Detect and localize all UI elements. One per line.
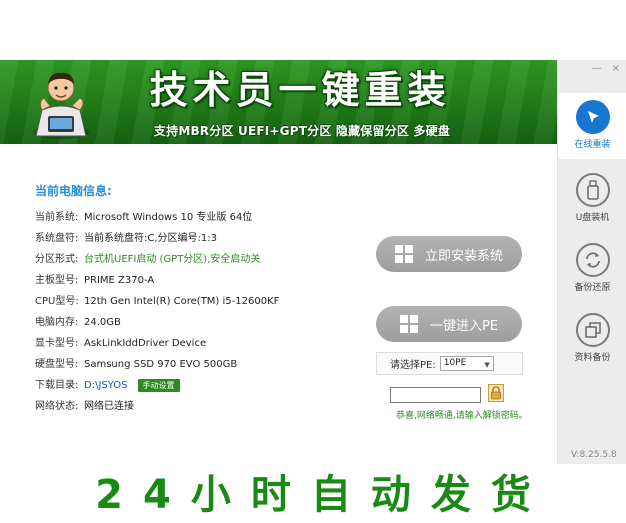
info-value: 12th Gen Intel(R) Core(TM) i5-12600KF xyxy=(84,296,280,307)
info-value: PRIME Z370-A xyxy=(84,275,155,286)
minimize-button[interactable]: — xyxy=(592,63,602,74)
cursor-icon xyxy=(575,100,610,134)
section-title: 当前电脑信息: xyxy=(35,184,112,198)
info-label: 网络状态: xyxy=(35,401,79,412)
sidebar-item-usb-install[interactable]: U盘装机 xyxy=(558,166,626,232)
banner-title: 技术员一键重装 xyxy=(149,67,451,112)
sidebar-item-backup-restore[interactable]: 备份还原 xyxy=(558,236,626,302)
windows-logo-icon xyxy=(394,245,413,263)
sidebar-item-label: U盘装机 xyxy=(575,213,610,223)
sidebar-item-online-reinstall[interactable]: 在线重装 xyxy=(558,93,626,159)
info-label: 硬盘型号: xyxy=(35,359,79,370)
info-row-memory: 电脑内存: 24.0GB xyxy=(35,315,121,331)
refresh-icon xyxy=(575,243,610,277)
download-dir-link[interactable]: D:\JSYOS xyxy=(84,380,128,391)
info-row-network: 网络状态: 网络已连接 xyxy=(35,399,134,415)
info-row-gpu: 显卡型号: AskLinkIddDriver Device xyxy=(35,336,206,352)
sidebar-item-label: 资料备份 xyxy=(574,353,611,363)
manual-setting-button[interactable]: 手动设置 xyxy=(137,378,180,392)
info-label: CPU型号: xyxy=(35,296,79,307)
network-hint-text: 恭喜,网络畅通,请输入解锁密码。 xyxy=(396,411,528,421)
unlock-password-input[interactable] xyxy=(390,387,481,403)
info-label: 下载目录: xyxy=(35,380,79,391)
info-value: Samsung SSD 970 EVO 500GB xyxy=(84,359,238,370)
info-row-partition: 分区形式: 台式机UEFI启动 (GPT分区),安全启动关 xyxy=(35,252,260,268)
install-system-button[interactable]: 立即安装系统 xyxy=(376,236,522,272)
sidebar-item-label: 在线重装 xyxy=(574,140,611,150)
info-value: 24.0GB xyxy=(84,317,121,328)
enter-pe-button-label: 一键进入PE xyxy=(429,318,499,334)
windows-logo-icon xyxy=(399,315,418,333)
info-row-motherboard: 主板型号: PRIME Z370-A xyxy=(35,273,154,289)
main-content: 当前电脑信息: 当前系统: Microsoft Windows 10 专业版 64… xyxy=(0,144,557,464)
usb-drive-icon xyxy=(575,173,610,207)
info-row-os: 当前系统: Microsoft Windows 10 专业版 64位 xyxy=(35,210,252,226)
copy-icon xyxy=(575,313,610,347)
info-value: 网络已连接 xyxy=(84,401,134,412)
pe-select-row: 请选择PE: 10PE ▼ xyxy=(376,352,523,375)
info-label: 系统盘符: xyxy=(35,233,79,244)
dropdown-caret-icon: ▼ xyxy=(484,361,490,369)
info-row-system-drive: 系统盘符: 当前系统盘符:C,分区编号:1:3 xyxy=(35,231,217,247)
info-label: 当前系统: xyxy=(35,212,79,223)
info-value: 当前系统盘符:C,分区编号:1:3 xyxy=(84,233,217,244)
info-label: 电脑内存: xyxy=(35,317,79,328)
version-label: V:8.25.5.8 xyxy=(571,450,617,460)
enter-pe-button[interactable]: 一键进入PE xyxy=(376,306,522,342)
lock-icon[interactable] xyxy=(488,384,504,402)
info-label: 分区形式: xyxy=(35,254,79,265)
info-value: AskLinkIddDriver Device xyxy=(84,338,207,349)
technician-mascot-icon xyxy=(33,72,89,139)
sidebar: — × 在线重装 U盘装机 备份还原 资料备份 V:8.25.5.8 xyxy=(557,60,626,464)
info-value: Microsoft Windows 10 专业版 64位 xyxy=(84,212,253,223)
info-label: 主板型号: xyxy=(35,275,79,286)
info-value: 台式机UEFI启动 (GPT分区),安全启动关 xyxy=(84,254,261,265)
banner-subtitle: 支持MBR分区 UEFI+GPT分区 隐藏保留分区 多硬盘 xyxy=(153,124,451,138)
close-button[interactable]: × xyxy=(612,63,620,74)
info-row-cpu: CPU型号: 12th Gen Intel(R) Core(TM) i5-1260… xyxy=(35,294,279,310)
info-row-disk: 硬盘型号: Samsung SSD 970 EVO 500GB xyxy=(35,357,237,373)
sidebar-item-label: 备份还原 xyxy=(574,283,611,293)
pe-select-label: 请选择PE: xyxy=(390,360,436,371)
footer-promo-text: 24小时自动发货 xyxy=(95,472,551,518)
pe-selected-value: 10PE xyxy=(443,358,467,368)
info-label: 显卡型号: xyxy=(35,338,79,349)
sidebar-item-data-backup[interactable]: 资料备份 xyxy=(558,306,626,372)
app-window: 技术员一键重装 支持MBR分区 UEFI+GPT分区 隐藏保留分区 多硬盘 当前… xyxy=(0,60,626,464)
install-button-label: 立即安装系统 xyxy=(424,248,503,264)
pe-version-select[interactable]: 10PE ▼ xyxy=(439,356,494,371)
window-controls: — × xyxy=(592,63,620,74)
info-row-download-dir: 下载目录: D:\JSYOS 手动设置 xyxy=(35,378,180,394)
header-banner: 技术员一键重装 支持MBR分区 UEFI+GPT分区 隐藏保留分区 多硬盘 xyxy=(0,60,557,144)
